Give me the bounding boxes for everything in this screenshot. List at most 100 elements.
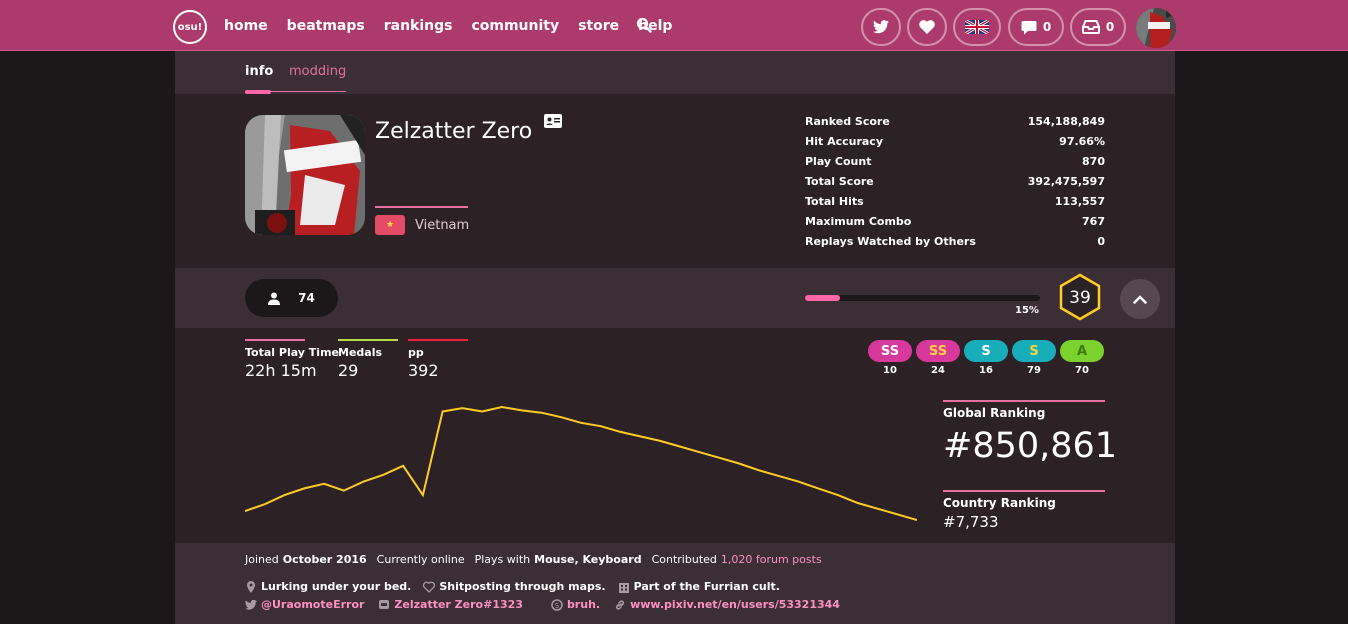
nav-rankings[interactable]: rankings	[384, 18, 453, 34]
profile-detail-bar: 74 15% 39	[175, 268, 1175, 328]
stat-value: 154,188,849	[1027, 115, 1105, 128]
stat-row: Ranked Score 154,188,849	[805, 115, 1105, 135]
profile-links: @UraomoteError Zelzatter Zero#1323 S bru…	[245, 598, 840, 611]
chat-icon	[1021, 20, 1037, 34]
stat-value: 392,475,597	[1027, 175, 1105, 188]
search-icon[interactable]	[636, 17, 652, 33]
plays-with: Mouse, Keyboard	[534, 553, 642, 566]
stat-value: 0	[1097, 235, 1105, 248]
map-marker-icon	[247, 580, 255, 593]
language-button[interactable]	[953, 8, 1001, 46]
stat-row: Replays Watched by Others 0	[805, 235, 1105, 255]
stat-label: Maximum Combo	[805, 215, 912, 228]
stat-value: 113,557	[1054, 195, 1105, 208]
stat-value: 392	[408, 361, 439, 380]
grade-badge: A	[1060, 340, 1104, 362]
pp-stat: pp 392	[408, 339, 468, 380]
building-icon	[618, 582, 629, 593]
forum-posts-link[interactable]: 1,020 forum posts	[721, 553, 822, 566]
occupation-text: Part of the Furrian cult.	[633, 580, 780, 593]
notifications-count: 0	[1105, 20, 1115, 34]
notifications-button[interactable]: 0	[1070, 8, 1126, 46]
twitter-small-icon	[245, 599, 257, 610]
grade-a: A 70	[1060, 340, 1104, 376]
stat-row: Play Count 870	[805, 155, 1105, 175]
grade-badge: S	[1012, 340, 1056, 362]
location-text: Lurking under your bed.	[261, 580, 412, 593]
tab-info[interactable]: info	[245, 64, 273, 79]
grade-ss-silver: SS 10	[868, 340, 912, 376]
stat-value: 29	[338, 361, 359, 380]
profile-username: Zelzatter Zero	[375, 119, 533, 144]
stat-label: Play Count	[805, 155, 872, 168]
grade-count: 10	[883, 365, 897, 376]
stat-value: 22h 15m	[245, 361, 317, 380]
grade-badge: SS	[868, 340, 912, 362]
grade-badge: SS	[916, 340, 960, 362]
level-progress-fill	[805, 295, 841, 301]
grade-counts: SS 10 SS 24 S 16 S 79 A 70	[868, 340, 1104, 376]
id-card-icon[interactable]	[544, 114, 562, 128]
stat-label: Total Play Time	[245, 346, 339, 359]
grade-s: S 79	[1012, 340, 1056, 376]
profile-meta: Joined October 2016 Currently online Pla…	[245, 553, 822, 566]
twitter-link[interactable]: @UraomoteError	[261, 598, 364, 611]
twitter-button[interactable]	[861, 8, 901, 46]
country-ranking-label: Country Ranking	[943, 496, 1056, 510]
stat-label: pp	[408, 346, 424, 359]
skype-handle[interactable]: bruh.	[567, 598, 600, 611]
global-ranking: Global Ranking #850,861	[943, 400, 1117, 466]
inbox-icon	[1081, 20, 1100, 34]
grade-badge: S	[964, 340, 1008, 362]
stat-value: 870	[1082, 155, 1105, 168]
stat-color-bar	[408, 339, 468, 341]
profile-extra: Lurking under your bed. Shitposting thro…	[245, 580, 780, 593]
stat-value: 97.66%	[1059, 135, 1105, 148]
followers-button[interactable]: 74	[245, 279, 338, 317]
stat-label: Total Score	[805, 175, 874, 188]
stats-list: Ranked Score 154,188,849 Hit Accuracy 97.6…	[805, 115, 1105, 255]
profile-page: info modding Zelzatter Zero ★ Vietnam Ra…	[175, 51, 1175, 624]
collapse-button[interactable]	[1120, 279, 1160, 319]
support-button[interactable]	[907, 8, 947, 46]
nav-home[interactable]: home	[224, 18, 268, 34]
stat-label: Ranked Score	[805, 115, 890, 128]
osu-logo[interactable]: osu!	[173, 10, 207, 44]
grade-ss: SS 24	[916, 340, 960, 376]
rank-history-chart[interactable]	[245, 401, 917, 526]
ranking-divider	[943, 490, 1105, 492]
level-progress-bar	[805, 295, 1040, 301]
level-value: 39	[1069, 288, 1091, 308]
nav-links: home beatmaps rankings community store h…	[224, 18, 672, 34]
stat-row: Maximum Combo 767	[805, 215, 1105, 235]
profile-country[interactable]: Vietnam	[415, 218, 469, 233]
discord-handle[interactable]: Zelzatter Zero#1323	[394, 598, 523, 611]
country-ranking-value: #7,733	[943, 513, 999, 531]
heart-icon	[919, 20, 935, 34]
tab-modding[interactable]: modding	[289, 64, 346, 79]
uk-flag-icon	[965, 20, 989, 34]
user-avatar[interactable]	[1136, 8, 1176, 48]
vietnam-flag-icon: ★	[375, 215, 405, 235]
interests-text: Shitposting through maps.	[439, 580, 606, 593]
country-ranking: Country Ranking #7,733	[943, 490, 1105, 531]
level-progress-label: 15%	[1015, 305, 1039, 316]
stat-row: Total Score 392,475,597	[805, 175, 1105, 195]
svg-text:S: S	[555, 602, 560, 610]
grade-count: 70	[1075, 365, 1089, 376]
ranking-divider	[943, 400, 1105, 402]
stat-row: Total Hits 113,557	[805, 195, 1105, 215]
level-badge: 39	[1059, 273, 1101, 321]
website-link[interactable]: www.pixiv.net/en/users/53321344	[630, 598, 840, 611]
contributed-prefix: Contributed	[651, 553, 717, 566]
chat-count: 0	[1042, 20, 1052, 34]
nav-store[interactable]: store	[578, 18, 619, 34]
chat-button[interactable]: 0	[1008, 8, 1064, 46]
user-icon	[268, 292, 281, 305]
nav-beatmaps[interactable]: beatmaps	[287, 18, 365, 34]
online-status: Currently online	[376, 553, 465, 566]
joined-prefix: Joined	[245, 553, 279, 566]
heart-outline-icon	[423, 581, 436, 593]
nav-community[interactable]: community	[471, 18, 559, 34]
profile-footer: Joined October 2016 Currently online Pla…	[175, 543, 1175, 624]
